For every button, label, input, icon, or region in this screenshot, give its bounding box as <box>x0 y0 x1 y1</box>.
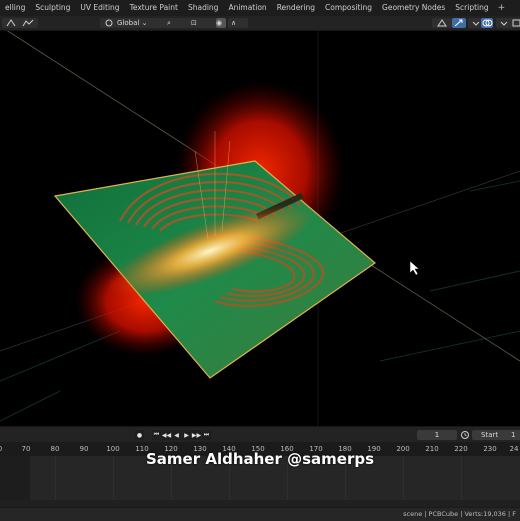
timeline-bottom-bar <box>0 500 520 507</box>
snap-icon: ⊡ <box>191 19 197 27</box>
pivot-point-dropdown[interactable]: ⌕ <box>164 18 190 28</box>
tab-shading[interactable]: Shading <box>183 0 223 16</box>
timeline-header: ● ⏮ ◀◀ ◀ ▶ ▶▶ ⏭ 1 Start 1 <box>0 426 520 443</box>
jump-to-keyframe-forward-icon[interactable]: ▶▶ <box>192 430 201 440</box>
gizmo-toggle-icon[interactable] <box>452 18 466 28</box>
scene-statistics: scene | PCBCube | Verts:19,036 | F <box>403 510 516 518</box>
tab-texture-paint[interactable]: Texture Paint <box>125 0 183 16</box>
3d-viewport[interactable] <box>0 31 520 426</box>
start-label: Start <box>481 431 499 439</box>
jump-to-end-icon[interactable]: ⏭ <box>202 430 211 440</box>
falloff-icon: ∧ <box>231 19 237 27</box>
play-icon[interactable]: ▶ <box>182 430 191 440</box>
start-frame-field[interactable]: Start 1 <box>472 430 520 440</box>
add-workspace-button[interactable]: + <box>494 0 510 16</box>
viewport-render <box>0 31 520 426</box>
jump-to-start-icon[interactable]: ⏮ <box>152 430 161 440</box>
snap-toggle[interactable]: ⊡ <box>188 18 218 28</box>
tab-animation[interactable]: Animation <box>223 0 271 16</box>
status-bar: scene | PCBCube | Verts:19,036 | F <box>0 507 520 521</box>
tab-modeling[interactable]: elling <box>0 0 30 16</box>
play-reverse-icon[interactable]: ◀ <box>172 430 181 440</box>
tab-compositing[interactable]: Compositing <box>320 0 377 16</box>
proportional-icon: ◉ <box>216 19 223 27</box>
tab-uv-editing[interactable]: UV Editing <box>75 0 124 16</box>
viewport-header: Global ⌄ ⌕ ⊡ ◉ ∧ <box>0 16 520 31</box>
current-frame-field[interactable]: 1 <box>417 430 457 440</box>
start-value: 1 <box>511 431 516 439</box>
orientation-label: Global <box>117 19 140 27</box>
proportional-edit-toggle[interactable]: ◉ <box>216 18 226 28</box>
jump-to-keyframe-back-icon[interactable]: ◀◀ <box>162 430 171 440</box>
proportional-falloff-dropdown[interactable]: ∧ <box>228 18 248 28</box>
orientation-dropdown[interactable]: Global ⌄ <box>114 18 166 28</box>
chevron-down-icon: ⌄ <box>141 19 148 27</box>
auto-keying-button[interactable]: ● <box>135 430 144 440</box>
tab-sculpting[interactable]: Sculpting <box>30 0 75 16</box>
tab-geometry-nodes[interactable]: Geometry Nodes <box>377 0 450 16</box>
clock-icon[interactable] <box>460 430 470 440</box>
pivot-icon: ⌕ <box>167 19 171 27</box>
xray-toggle-icon[interactable] <box>508 18 520 28</box>
view-object-types-icon[interactable] <box>432 18 452 28</box>
playback-controls: ● ⏮ ◀◀ ◀ ▶ ▶▶ ⏭ <box>135 430 211 440</box>
mouse-cursor-icon <box>409 260 420 276</box>
overlays-toggle-icon[interactable] <box>481 18 493 28</box>
workspace-tab-bar: elling Sculpting UV Editing Texture Pain… <box>0 0 520 16</box>
tab-rendering[interactable]: Rendering <box>272 0 320 16</box>
select-mode-icon[interactable] <box>18 18 38 28</box>
tab-scripting[interactable]: Scripting <box>450 0 493 16</box>
watermark-text: Samer Aldhaher @samerps <box>145 450 375 468</box>
